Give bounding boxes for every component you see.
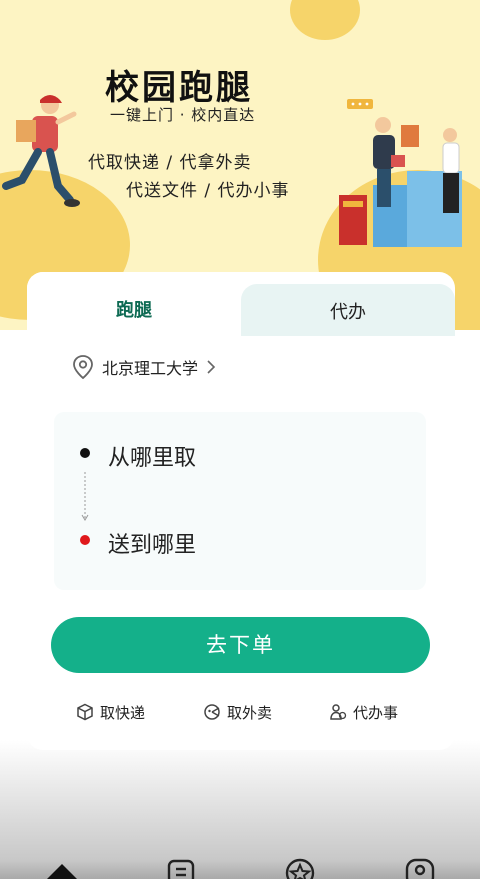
address-panel (54, 412, 426, 590)
banner-subtitle: 一键上门 · 校内直达 (110, 106, 256, 124)
pickup-address-field[interactable]: 从哪里取 (108, 440, 196, 472)
orders-icon[interactable] (166, 858, 196, 879)
takeout-icon (204, 704, 220, 720)
quick-action-package[interactable]: 取快递 (76, 701, 145, 723)
campus-name: 北京理工大学 (102, 359, 199, 378)
route-connector (81, 472, 89, 521)
quick-action-package-label: 取快递 (100, 703, 146, 722)
dropoff-address-field[interactable]: 送到哪里 (108, 527, 196, 559)
quick-action-takeout[interactable]: 取外卖 (203, 701, 272, 723)
helper-icon (330, 704, 347, 720)
banner-service-line-2: 代送文件 / 代办小事 (126, 181, 290, 201)
delivery-scene-illustration (339, 99, 462, 247)
bottom-nav (0, 850, 480, 879)
tab-daiban-label[interactable]: 代办 (241, 298, 455, 324)
banner-service-line-1: 代取快递 / 代拿外卖 (88, 153, 252, 173)
place-order-button[interactable]: 去下单 (51, 617, 430, 673)
quick-action-takeout-label: 取外卖 (227, 703, 273, 722)
package-icon (77, 703, 93, 721)
banner-title: 校园跑腿 (105, 68, 253, 108)
tab-paotui-label[interactable]: 跑腿 (27, 296, 241, 322)
courier-illustration (2, 95, 80, 207)
app-page: 校园跑腿 一键上门 · 校内直达 代取快递 / 代拿外卖 代送文件 / 代办小事… (0, 0, 480, 879)
chevron-right-icon (207, 360, 216, 374)
location-pin-icon (73, 355, 93, 380)
campus-selector[interactable]: 北京理工大学 (72, 352, 216, 382)
quick-action-helper-label: 代办事 (353, 703, 399, 722)
star-icon[interactable] (284, 857, 316, 879)
home-icon[interactable] (46, 860, 78, 879)
profile-icon[interactable] (404, 857, 436, 879)
banner-blob-top (290, 0, 360, 40)
dropoff-dot (80, 535, 90, 545)
quick-action-helper[interactable]: 代办事 (329, 701, 398, 723)
pickup-dot (80, 448, 90, 458)
